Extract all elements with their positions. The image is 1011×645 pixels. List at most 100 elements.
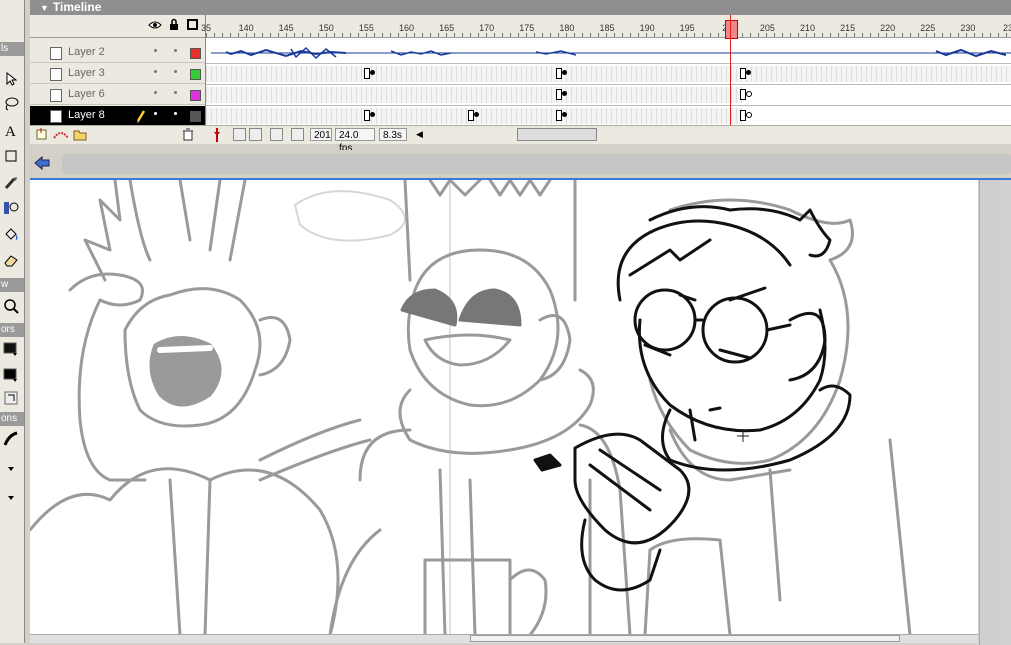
add-motion-guide-icon[interactable] bbox=[52, 128, 70, 144]
lock-dot[interactable] bbox=[174, 112, 177, 115]
visibility-dot[interactable] bbox=[154, 70, 157, 73]
lock-dot[interactable] bbox=[174, 70, 177, 73]
frame-row-layer-2[interactable] bbox=[206, 43, 1011, 64]
brush-shape-dropdown-icon[interactable] bbox=[2, 489, 20, 507]
stage-canvas[interactable] bbox=[30, 180, 978, 635]
ruler-tick bbox=[542, 33, 543, 37]
vertical-scroll-track[interactable] bbox=[979, 180, 998, 645]
tween-span bbox=[206, 66, 1011, 82]
center-frame-icon[interactable] bbox=[212, 128, 222, 145]
onion-skin-icon[interactable] bbox=[233, 128, 246, 141]
lock-dot[interactable] bbox=[174, 49, 177, 52]
horizontal-scroll-thumb[interactable] bbox=[470, 635, 900, 642]
blank-keyframe[interactable] bbox=[746, 91, 752, 97]
layer-row-6[interactable]: Layer 6 bbox=[30, 85, 205, 105]
edit-bar bbox=[30, 150, 1011, 178]
layer-color-swatch[interactable] bbox=[190, 48, 201, 59]
eye-icon[interactable] bbox=[148, 19, 162, 34]
playhead-line bbox=[730, 15, 731, 125]
current-frame-field[interactable]: 201 bbox=[310, 128, 332, 141]
keyframe[interactable] bbox=[562, 91, 567, 96]
zoom-tool-icon[interactable] bbox=[2, 297, 20, 315]
brush-mode-icon[interactable] bbox=[2, 430, 20, 448]
swap-colors-icon[interactable] bbox=[2, 389, 20, 407]
lock-icon[interactable] bbox=[169, 18, 179, 34]
brush-size-dropdown-icon[interactable] bbox=[2, 460, 20, 478]
keyframe-end[interactable] bbox=[364, 110, 370, 121]
paint-bucket-tool-icon[interactable] bbox=[2, 226, 20, 244]
frame-ruler[interactable]: 35 140 145 150 155 160 165 170 175 180 185 190 195 20… bbox=[201, 15, 1011, 38]
edit-multiple-frames-icon[interactable] bbox=[270, 128, 283, 141]
layer-row-8[interactable]: Layer 8 bbox=[30, 106, 205, 126]
layer-color-swatch[interactable] bbox=[190, 90, 201, 101]
vertical-scrollbar[interactable] bbox=[979, 180, 1011, 645]
rectangle-tool-icon[interactable] bbox=[2, 147, 20, 165]
visibility-dot[interactable] bbox=[154, 91, 157, 94]
outline-icon[interactable] bbox=[187, 19, 198, 30]
ruler-label: 23 bbox=[1002, 23, 1011, 33]
keyframe[interactable] bbox=[474, 112, 479, 117]
layer-color-swatch[interactable] bbox=[190, 111, 201, 122]
fill-color-icon[interactable] bbox=[2, 366, 20, 384]
frame-row-layer-3[interactable] bbox=[206, 64, 1011, 85]
arrow-tool-icon[interactable] bbox=[2, 70, 20, 88]
keyframe-end[interactable] bbox=[556, 68, 562, 79]
ruler-tick bbox=[670, 33, 671, 37]
insert-layer-icon[interactable] bbox=[36, 128, 48, 144]
stroke-color-icon[interactable] bbox=[2, 340, 20, 358]
ruler-tick bbox=[662, 33, 663, 37]
eraser-tool-icon[interactable] bbox=[2, 251, 20, 269]
modify-onion-markers-icon[interactable] bbox=[291, 128, 304, 141]
onion-skin-outlines-icon[interactable] bbox=[249, 128, 262, 141]
visibility-dot[interactable] bbox=[154, 49, 157, 52]
ruler-label: 225 bbox=[920, 23, 936, 33]
blank-keyframe[interactable] bbox=[746, 112, 752, 118]
keyframe-end[interactable] bbox=[364, 68, 370, 79]
ruler-tick bbox=[974, 33, 975, 37]
delete-layer-icon[interactable] bbox=[182, 128, 194, 144]
ruler-tick bbox=[470, 33, 471, 37]
ruler-label: 145 bbox=[278, 23, 294, 33]
ruler-tick bbox=[790, 33, 791, 37]
keyframe[interactable] bbox=[370, 70, 375, 75]
ruler-tick bbox=[366, 33, 367, 37]
svg-text:A: A bbox=[5, 124, 16, 137]
tween-span bbox=[206, 87, 742, 103]
back-arrow-icon[interactable] bbox=[34, 155, 50, 173]
scroll-left-arrow-icon[interactable]: ◀ bbox=[416, 129, 423, 140]
visibility-dot[interactable] bbox=[154, 112, 157, 115]
ruler-tick bbox=[638, 33, 639, 37]
ruler-tick bbox=[486, 33, 487, 37]
brush-tool-icon[interactable] bbox=[2, 174, 20, 192]
timeline-panel-header[interactable]: ▼ Timeline bbox=[30, 0, 1011, 15]
fill-transform-tool-icon[interactable] bbox=[2, 199, 20, 217]
layer-color-swatch[interactable] bbox=[190, 69, 201, 80]
layer-row-2[interactable]: Layer 2 bbox=[30, 43, 205, 63]
ruler-tick bbox=[574, 33, 575, 37]
layer-row-3[interactable]: Layer 3 bbox=[30, 64, 205, 84]
ruler-label: 155 bbox=[358, 23, 374, 33]
keyframe-end[interactable] bbox=[740, 68, 746, 79]
keyframe-end[interactable] bbox=[556, 89, 562, 100]
insert-folder-icon[interactable] bbox=[73, 128, 87, 144]
layer-name: Layer 8 bbox=[68, 109, 105, 121]
lasso-tool-icon[interactable] bbox=[2, 95, 20, 113]
playhead-handle[interactable] bbox=[725, 20, 738, 39]
frame-row-layer-6[interactable] bbox=[206, 85, 1011, 106]
keyframe[interactable] bbox=[562, 70, 567, 75]
text-tool-icon[interactable]: A bbox=[2, 121, 20, 139]
collapse-triangle-icon[interactable]: ▼ bbox=[40, 1, 49, 16]
ruler-tick bbox=[854, 33, 855, 37]
frames-grid[interactable]: 35 140 145 150 155 160 165 170 175 180 185 190 195 20… bbox=[201, 15, 1011, 127]
lock-dot[interactable] bbox=[174, 91, 177, 94]
stage-area[interactable] bbox=[30, 178, 1011, 645]
frame-rate-field[interactable]: 24.0 fps bbox=[335, 128, 375, 154]
keyframe[interactable] bbox=[370, 112, 375, 117]
timeline-hscroll-thumb[interactable] bbox=[517, 128, 597, 141]
horizontal-scrollbar[interactable] bbox=[30, 634, 978, 643]
keyframe-end[interactable] bbox=[556, 110, 562, 121]
keyframe-end[interactable] bbox=[468, 110, 474, 121]
keyframe[interactable] bbox=[562, 112, 567, 117]
frame-row-layer-8[interactable] bbox=[206, 106, 1011, 127]
keyframe[interactable] bbox=[746, 70, 751, 75]
